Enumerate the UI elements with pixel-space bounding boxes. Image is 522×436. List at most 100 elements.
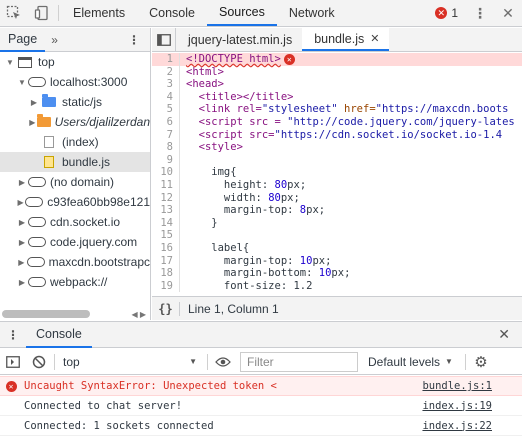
console-message-source-link[interactable]: bundle.js:1 xyxy=(422,380,522,392)
line-number: 16 xyxy=(152,241,180,255)
tree-item-bundle-js[interactable]: bundle.js xyxy=(0,152,150,172)
line-number: 10 xyxy=(152,166,180,179)
toolbar-divider xyxy=(464,353,466,370)
tree-item-index[interactable]: (index) xyxy=(0,132,150,152)
console-filter-input[interactable] xyxy=(240,351,358,372)
tab-network[interactable]: Network xyxy=(277,0,347,26)
collapsed-arrow-icon: ▶ xyxy=(18,277,26,287)
code-line: 13 margin-top: 8px; xyxy=(152,204,522,217)
gear-icon[interactable]: ⚙ xyxy=(468,349,494,375)
tree-item-localhost[interactable]: ▼ localhost:3000 xyxy=(0,72,150,92)
console-message-text: Connected: 1 sockets connected xyxy=(24,419,214,432)
error-icon: ✕ xyxy=(0,380,22,392)
more-tabs-icon[interactable]: » xyxy=(45,33,64,47)
code-text: 10 xyxy=(299,254,313,267)
tree-item-maxcdn[interactable]: ▶ maxcdn.bootstrapc xyxy=(0,252,150,272)
drawer-menu-icon[interactable]: ⋮ xyxy=(0,328,26,342)
tree-item-code-jquery[interactable]: ▶ code.jquery.com xyxy=(0,232,150,252)
code-text: margin-top: xyxy=(186,204,300,217)
tree-item-top[interactable]: ▼ top xyxy=(0,52,150,72)
tree-item-no-domain[interactable]: ▶ (no domain) xyxy=(0,172,150,192)
live-expression-eye-icon[interactable] xyxy=(210,349,236,375)
console-message-source-link[interactable]: index.js:22 xyxy=(422,420,522,432)
more-options-icon[interactable]: ⋮ xyxy=(466,5,494,22)
line-number: 12 xyxy=(152,191,180,205)
chevron-down-icon: ▼ xyxy=(189,357,197,366)
drawer-tab-console[interactable]: Console xyxy=(26,322,92,348)
line-number: 19 xyxy=(152,279,180,293)
collapsed-arrow-icon: ▶ xyxy=(29,117,36,127)
console-message-source-link[interactable]: index.js:19 xyxy=(422,400,522,412)
cloud-icon xyxy=(26,257,45,267)
code-line: 3 <head> xyxy=(152,78,522,91)
line-number: 9 xyxy=(152,153,180,167)
close-devtools-icon[interactable]: ✕ xyxy=(494,5,522,22)
code-text: font-size: 1.2 xyxy=(186,279,313,292)
log-levels-dropdown[interactable]: Default levels ▼ xyxy=(368,355,453,369)
code-text: margin-top: xyxy=(186,254,300,267)
error-count-badge[interactable]: ✕ 1 xyxy=(427,6,466,20)
device-toolbar-icon[interactable] xyxy=(28,0,56,26)
code-text: <title></title> xyxy=(186,90,294,103)
tree-item-label: code.jquery.com xyxy=(50,235,138,249)
tab-elements[interactable]: Elements xyxy=(61,0,137,26)
code-line: 1 <!DOCTYPE html> ✕ xyxy=(152,53,522,66)
navigator-menu-icon[interactable]: ⋮ xyxy=(128,33,150,47)
line-number: 3 xyxy=(152,78,180,91)
pretty-print-button[interactable]: {} xyxy=(152,301,180,316)
line-number: 14 xyxy=(152,216,180,230)
expanded-arrow-icon: ▼ xyxy=(6,57,14,67)
code-text: "https://maxcdn.boots xyxy=(375,103,509,116)
tab-page[interactable]: Page xyxy=(0,28,46,52)
code-text: "stylesheet" xyxy=(261,103,338,116)
tree-item-c93fea[interactable]: ▶ c93fea60bb98e121 xyxy=(0,192,150,212)
scroll-arrows-icon[interactable]: ◀ ▶ xyxy=(131,310,146,319)
editor-tab-bundle[interactable]: bundle.js ✕ xyxy=(302,28,390,51)
cloud-icon xyxy=(28,217,46,227)
collapsed-arrow-icon: ▶ xyxy=(18,217,26,227)
editor-status-bar: {} Line 1, Column 1 xyxy=(152,296,522,320)
horizontal-scrollbar[interactable] xyxy=(2,310,90,318)
line-number: 13 xyxy=(152,204,180,217)
inspect-element-icon[interactable] xyxy=(0,0,28,26)
context-selector[interactable]: top ▼ xyxy=(57,355,205,369)
code-text: px; xyxy=(287,178,307,191)
close-tab-icon[interactable]: ✕ xyxy=(370,32,379,45)
code-text: img{ xyxy=(186,166,237,179)
tree-item-label: localhost:3000 xyxy=(50,75,128,89)
file-icon xyxy=(40,156,58,168)
collapsed-arrow-icon: ▶ xyxy=(18,237,26,247)
show-sidebar-icon[interactable] xyxy=(0,349,26,375)
tree-item-cdn-socket-io[interactable]: ▶ cdn.socket.io xyxy=(0,212,150,232)
code-text: label{ xyxy=(186,241,250,254)
cloud-icon xyxy=(28,277,46,287)
code-line: 4 <title></title> xyxy=(152,90,522,104)
close-drawer-icon[interactable]: ✕ xyxy=(498,326,522,343)
log-levels-label: Default levels xyxy=(368,354,441,369)
editor-tab-jquery[interactable]: jquery-latest.min.js xyxy=(176,28,302,51)
code-text: <!DOCTYPE html> xyxy=(186,53,281,65)
code-text: px; xyxy=(306,204,326,217)
editor-tab-label: jquery-latest.min.js xyxy=(188,32,293,47)
tree-item-users-folder[interactable]: ▶ Users/djalilzerdan xyxy=(0,112,150,132)
inline-error-icon[interactable]: ✕ xyxy=(283,53,295,65)
console-message-text: Connected to chat server! xyxy=(24,399,183,412)
code-view[interactable]: 1 <!DOCTYPE html> ✕ 2 <html> 3 <head> 4 <tit… xyxy=(152,53,522,298)
tab-console[interactable]: Console xyxy=(137,0,207,26)
clear-console-icon[interactable] xyxy=(26,349,52,375)
code-line: 17 margin-top: 10px; xyxy=(152,254,522,268)
line-number: 5 xyxy=(152,103,180,116)
code-line: 15 xyxy=(152,229,522,242)
context-value: top xyxy=(63,354,80,369)
console-message-error: ✕ Uncaught SyntaxError: Unexpected token… xyxy=(0,376,522,396)
tree-item-label: Users/djalilzerdan xyxy=(54,115,150,129)
collapsed-arrow-icon: ▶ xyxy=(17,197,24,207)
tree-item-static-js[interactable]: ▶ static/js xyxy=(0,92,150,112)
drawer-header: ⋮ Console ✕ xyxy=(0,321,522,348)
tree-item-webpack[interactable]: ▶ webpack:// xyxy=(0,272,150,292)
cursor-position: Line 1, Column 1 xyxy=(188,301,279,316)
toggle-navigator-icon[interactable] xyxy=(152,28,176,51)
tab-sources[interactable]: Sources xyxy=(206,0,277,26)
code-text: "https://cdn.socket.io/socket.io-1.4 xyxy=(274,128,503,141)
